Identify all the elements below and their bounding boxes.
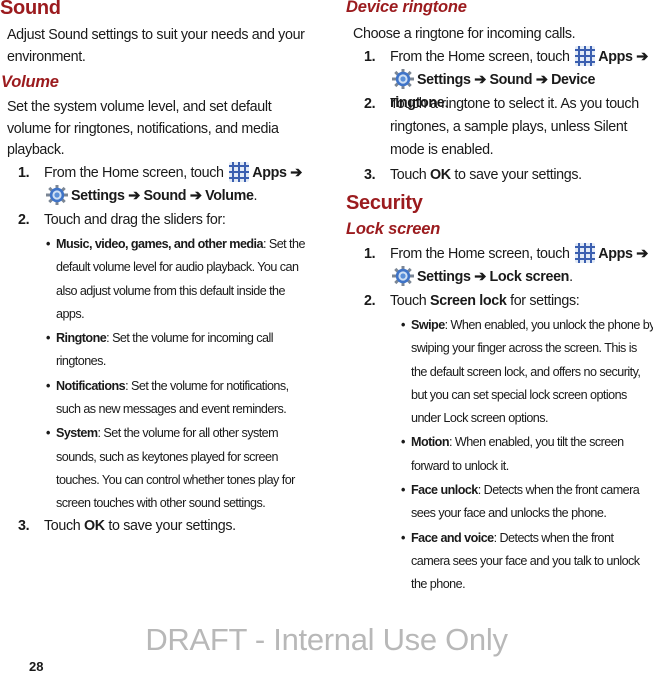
arrow-icon: ➔: [636, 49, 648, 65]
bullet-term: Notifications: [56, 378, 126, 393]
step-text: to save your settings.: [108, 518, 236, 534]
step-number: 1.: [364, 49, 376, 65]
bullet-glyph: •: [46, 426, 50, 441]
step-number: 2.: [364, 293, 376, 309]
step-text: From the Home screen, touch: [390, 49, 570, 65]
subsection-title-lock-screen: Lock screen: [346, 220, 441, 238]
ringtone-step-2: 2. Touch a ringtone to select it. As you…: [364, 93, 653, 162]
apps-label: Apps: [252, 165, 287, 181]
step-number: 1.: [364, 246, 376, 262]
subsection-title-device-ringtone: Device ringtone: [346, 0, 467, 16]
volume-step-1: 1. From the Home screen, touch Apps ➔ Se…: [18, 162, 318, 208]
ok-label: OK: [430, 167, 451, 183]
step-number: 3.: [18, 518, 30, 534]
bullet-term: Swipe: [411, 318, 445, 332]
apps-label: Apps: [598, 246, 633, 262]
bullet-glyph: •: [401, 435, 405, 450]
period: .: [569, 269, 573, 285]
section-title-sound: Sound: [0, 0, 61, 19]
step-text: for settings:: [510, 293, 580, 309]
bullet-item: • System: Set the volume for all other s…: [46, 422, 310, 515]
settings-path: Settings ➔ Sound ➔ Volume: [71, 188, 254, 204]
bullet-item: • Motion: When enabled, you tilt the scr…: [401, 431, 653, 478]
bullet-term: System: [56, 426, 98, 441]
volume-bullet-list: • Music, video, games, and other media: …: [46, 233, 310, 516]
step-number: 2.: [364, 96, 376, 112]
bullet-item: • Notifications: Set the volume for noti…: [46, 375, 310, 422]
bullet-item: • Face and voice: Detects when the front…: [401, 527, 653, 597]
settings-gear-icon: [392, 69, 414, 89]
volume-step-2: 2. Touch and drag the sliders for:: [18, 209, 318, 232]
bullet-glyph: •: [46, 378, 50, 393]
step-text: From the Home screen, touch: [390, 246, 570, 262]
settings-path: Settings ➔ Lock screen: [417, 269, 570, 285]
step-text: Touch and drag the sliders for:: [44, 212, 226, 228]
step-text: Touch: [44, 518, 81, 534]
bullet-glyph: •: [46, 237, 50, 251]
lock-step-1: 1. From the Home screen, touch Apps ➔ Se…: [364, 243, 653, 289]
step-text: Touch: [390, 167, 427, 183]
device-ringtone-intro: Choose a ringtone for incoming calls.: [353, 26, 576, 42]
volume-intro: Set the system volume level, and set def…: [7, 99, 279, 158]
step-text: Touch a ringtone to select it. As you to…: [390, 96, 639, 158]
bullet-glyph: •: [401, 530, 405, 545]
step-text: to save your settings.: [454, 167, 582, 183]
arrow-icon: ➔: [290, 165, 302, 181]
bullet-item: • Ringtone: Set the volume for incoming …: [46, 327, 310, 374]
bullet-term: Motion: [411, 435, 450, 450]
page-number: 28: [29, 659, 44, 674]
bullet-term: Face unlock: [411, 483, 478, 498]
lock-bullet-list: • Swipe: When enabled, you unlock the ph…: [401, 314, 653, 597]
screen-lock-label: Screen lock: [430, 293, 507, 309]
bullet-term: Ringtone: [56, 331, 107, 346]
bullet-term: Music, video, games, and other media: [56, 237, 264, 251]
arrow-icon: ➔: [636, 246, 648, 262]
bullet-item: • Music, video, games, and other media: …: [46, 233, 310, 326]
ringtone-step-3: 3. Touch OK to save your settings.: [364, 164, 653, 187]
subsection-title-volume: Volume: [1, 73, 59, 91]
step-number: 2.: [18, 212, 30, 228]
draft-watermark: DRAFT - Internal Use Only: [145, 622, 508, 657]
bullet-term: Face and voice: [411, 530, 494, 545]
bullet-desc: : When enabled, you unlock the phone by …: [411, 318, 653, 426]
apps-label: Apps: [598, 49, 633, 65]
step-number: 3.: [364, 167, 376, 183]
settings-gear-icon: [46, 185, 68, 205]
step-number: 1.: [18, 165, 30, 181]
apps-icon: [229, 162, 250, 182]
settings-gear-icon: [392, 266, 414, 286]
sound-intro: Adjust Sound settings to suit your needs…: [7, 27, 305, 65]
volume-step-3: 3. Touch OK to save your settings.: [18, 515, 318, 538]
period: .: [253, 188, 258, 204]
section-title-security: Security: [346, 192, 423, 214]
bullet-glyph: •: [401, 318, 405, 332]
ok-label: OK: [84, 518, 105, 534]
bullet-item: • Face unlock: Detects when the front ca…: [401, 479, 653, 526]
bullet-item: • Swipe: When enabled, you unlock the ph…: [401, 314, 653, 430]
step-text: Touch: [390, 293, 427, 309]
lock-step-2: 2. Touch Screen lock for settings:: [364, 290, 653, 313]
apps-icon: [575, 46, 596, 66]
bullet-glyph: •: [46, 331, 50, 346]
bullet-glyph: •: [401, 483, 405, 498]
apps-icon: [575, 243, 596, 263]
step-text: From the Home screen, touch: [44, 165, 224, 181]
